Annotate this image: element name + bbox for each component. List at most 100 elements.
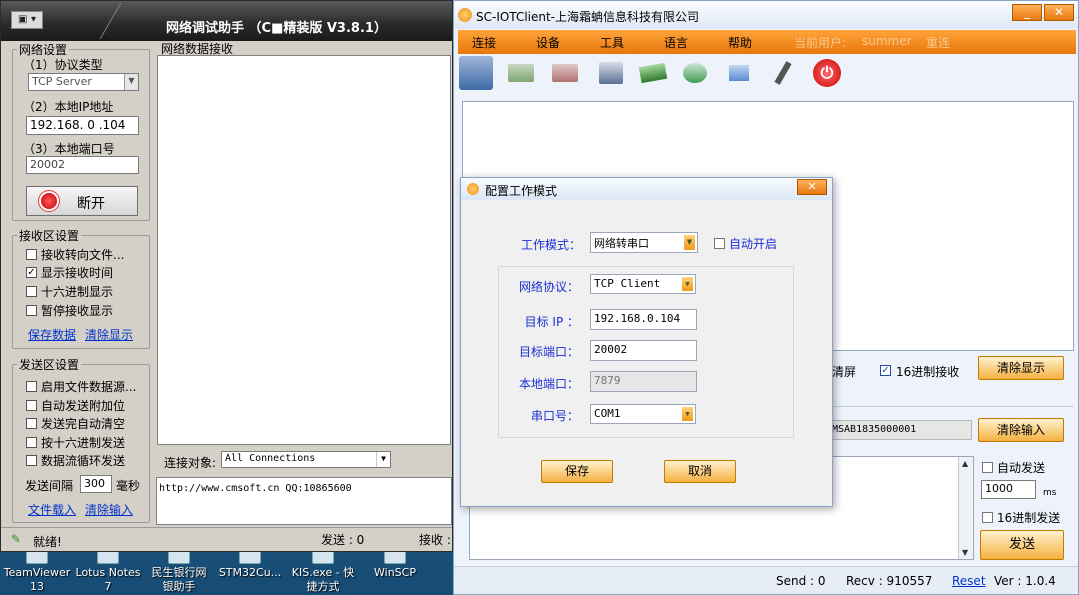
send-button[interactable]: 发送 [980, 530, 1064, 560]
iot-title-bar[interactable]: SC-IOTClient-上海霜蚺信息科技有限公司 _ ✕ [454, 1, 1078, 29]
disconnect-label: 断开 [77, 196, 105, 212]
title-decoration [90, 3, 122, 39]
power-icon[interactable]: ⏻ [810, 56, 844, 90]
target-port-field[interactable]: 20002 [590, 340, 697, 361]
local-port-field[interactable]: 20002 [26, 156, 139, 174]
pause-display-label: 暂停接收显示 [41, 304, 114, 318]
transfer-tool-icon[interactable] [722, 56, 756, 90]
receive-area[interactable] [157, 55, 451, 445]
desktop-icon-lotus[interactable]: Lotus Notes 7 [72, 550, 144, 594]
connect-object-select[interactable]: All Connections ▼ [221, 451, 391, 468]
connect-object-value: All Connections [225, 453, 316, 464]
kis-icon [312, 550, 334, 564]
device-id-field[interactable]: MSAB1835000001 [828, 420, 972, 440]
iot-interval-field[interactable]: 1000 [981, 480, 1036, 499]
local-ip-field[interactable]: 192.168. 0 .104 [26, 116, 139, 135]
pause-display-checkbox[interactable] [26, 305, 37, 316]
auto-clear-checkbox[interactable] [26, 418, 37, 429]
send-text-area[interactable]: http://www.cmsoft.cn QQ:10865600 [156, 477, 452, 525]
reset-link[interactable]: Reset [952, 574, 986, 588]
remove-device-icon[interactable] [548, 56, 582, 90]
hex-send-checkbox[interactable] [982, 512, 993, 523]
clear-display-button[interactable]: 清除显示 [978, 356, 1064, 380]
cancel-button[interactable]: 取消 [664, 460, 736, 483]
net-title-bar[interactable]: ▣ ▾ 网络调试助手 （C■精装版 V3.8.1） [1, 1, 452, 41]
disconnect-icon [41, 193, 57, 209]
iot-menu-bar: 连接 设备 工具 语言 帮助 当前用户: summer 重连 [458, 30, 1076, 54]
append-bit-checkbox[interactable] [26, 400, 37, 411]
auto-send-checkbox[interactable] [982, 462, 993, 473]
teamviewer-icon [26, 550, 48, 564]
dialog-close-button[interactable]: ✕ [797, 179, 827, 195]
menu-device[interactable]: 设备 [536, 34, 560, 51]
protocol-label: 网络协议： [518, 280, 579, 294]
monitor-tool-icon[interactable] [636, 56, 670, 90]
pencil-icon: ✎ [11, 532, 22, 546]
local-port-field[interactable]: 7879 [590, 371, 697, 392]
desktop-icon-winscp[interactable]: WinSCP [364, 550, 426, 580]
loop-send-label: 数据流循环发送 [41, 454, 126, 468]
receive-to-file-label: 接收转向文件... [41, 248, 125, 262]
connect-tool-icon[interactable] [459, 56, 493, 90]
auto-start-label: 自动开启 [729, 237, 778, 251]
receive-to-file-checkbox[interactable] [26, 249, 37, 260]
menu-help[interactable]: 帮助 [728, 34, 752, 51]
minimize-button[interactable]: _ [1012, 4, 1042, 21]
winscp-icon [384, 550, 406, 564]
clear-display-link[interactable]: 清除显示 [85, 326, 133, 343]
hex-display-label: 十六进制显示 [41, 285, 114, 299]
save-data-link[interactable]: 保存数据 [28, 326, 76, 343]
clear-input-link[interactable]: 清除输入 [85, 501, 133, 518]
add-device-icon[interactable] [504, 56, 538, 90]
target-ip-field[interactable]: 192.168.0.104 [590, 309, 697, 330]
desktop-icon-stm32[interactable]: STM32Cu... [216, 550, 284, 580]
receive-settings-legend: 接收区设置 [19, 229, 80, 243]
send-scrollbar[interactable]: ▲ ▼ [958, 457, 973, 559]
status-ready: 就绪! [33, 535, 62, 549]
network-tool-icon[interactable] [678, 56, 712, 90]
protocol-select[interactable]: TCP Server ▼ [28, 73, 139, 91]
scroll-down-icon: ▼ [962, 548, 969, 557]
auto-clear-label: 发送完自动清空 [41, 417, 126, 431]
status-send-count: Send : 0 [776, 574, 826, 588]
status-version: Ver : 1.0.4 [994, 574, 1056, 588]
file-load-link[interactable]: 文件载入 [28, 501, 76, 518]
desktop-icon-kis[interactable]: KIS.exe - 快 捷方式 [286, 550, 360, 594]
clear-input-button[interactable]: 清除输入 [978, 418, 1064, 442]
clear-screen-label: 清屏 [832, 365, 857, 379]
bank-icon [168, 550, 190, 564]
loop-send-checkbox[interactable] [26, 455, 37, 466]
disconnect-button[interactable]: 断开 [26, 186, 138, 216]
desktop-icon-bank[interactable]: 民生银行网 银助手 [146, 550, 212, 594]
relogin-link[interactable]: 重连 [926, 34, 950, 51]
protocol-value: TCP Client [594, 277, 661, 290]
iot-interval-unit: ms [1043, 488, 1057, 498]
protocol-label: （1）协议类型 [23, 58, 103, 72]
menu-connect[interactable]: 连接 [472, 34, 496, 51]
serial-port-select[interactable]: COM1 ▼ [590, 404, 696, 424]
hex-receive-label: 16进制接收 [896, 365, 960, 379]
interval-field[interactable]: 300 [80, 475, 112, 493]
hex-display-checkbox[interactable] [26, 286, 37, 297]
file-source-checkbox[interactable] [26, 381, 37, 392]
menu-tools[interactable]: 工具 [600, 34, 624, 51]
pin-tool-icon[interactable] [766, 56, 800, 90]
scroll-up-icon: ▲ [962, 459, 969, 468]
net-window-title: 网络调试助手 （C■精装版 V3.8.1） [166, 21, 387, 36]
app-menu-icon[interactable]: ▣ ▾ [11, 11, 43, 29]
config-tool-icon[interactable] [594, 56, 628, 90]
show-time-checkbox[interactable]: ✓ [26, 267, 37, 278]
protocol-select[interactable]: TCP Client ▼ [590, 274, 696, 294]
append-bit-label: 自动发送附加位 [41, 399, 126, 413]
menu-language[interactable]: 语言 [664, 34, 688, 51]
save-button[interactable]: 保存 [541, 460, 613, 483]
work-mode-value: 网络转串口 [594, 237, 649, 250]
dialog-title-bar[interactable]: 配置工作模式 ✕ [461, 178, 832, 200]
serial-port-label: 串口号： [530, 409, 579, 423]
auto-start-checkbox[interactable] [714, 238, 725, 249]
work-mode-select[interactable]: 网络转串口 ▼ [590, 232, 698, 253]
hex-receive-checkbox[interactable]: ✓ [880, 365, 891, 376]
desktop-icon-teamviewer[interactable]: TeamViewer 13 [0, 550, 74, 594]
hex-send-checkbox[interactable] [26, 437, 37, 448]
close-button[interactable]: ✕ [1044, 4, 1074, 21]
